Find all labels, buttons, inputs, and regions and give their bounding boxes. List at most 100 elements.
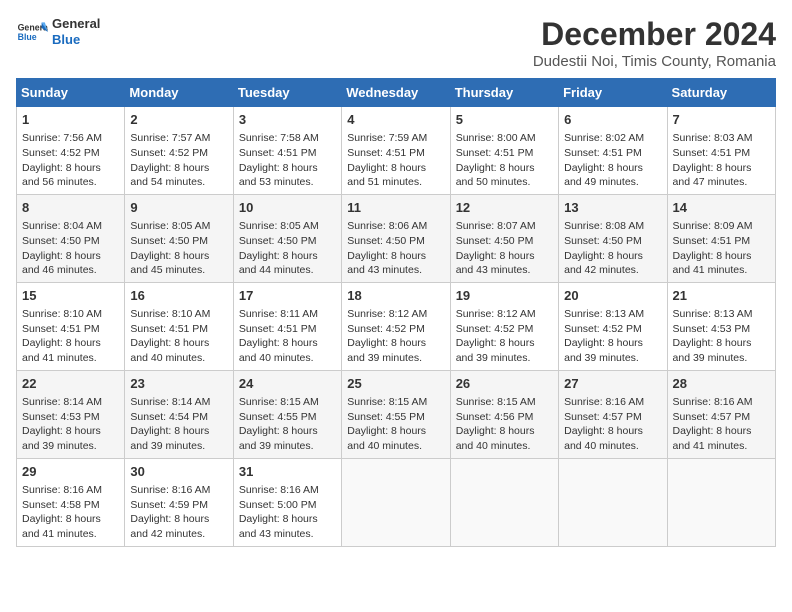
calendar-cell: 24 Sunrise: 8:15 AMSunset: 4:55 PMDayligh…	[233, 370, 341, 458]
calendar-cell: 26 Sunrise: 8:15 AMSunset: 4:56 PMDayligh…	[450, 370, 558, 458]
day-info: Sunrise: 8:07 AMSunset: 4:50 PMDaylight:…	[456, 219, 553, 278]
day-info: Sunrise: 8:16 AMSunset: 4:57 PMDaylight:…	[564, 395, 661, 454]
calendar-cell: 22Sunrise: 8:14 AMSunset: 4:53 PMDayligh…	[17, 370, 125, 458]
calendar-cell: 16Sunrise: 8:10 AMSunset: 4:51 PMDayligh…	[125, 282, 233, 370]
svg-text:Blue: Blue	[18, 32, 37, 42]
col-header-monday: Monday	[125, 79, 233, 107]
day-info: Sunrise: 8:00 AMSunset: 4:51 PMDaylight:…	[456, 131, 553, 190]
logo-blue-text: Blue	[52, 32, 100, 48]
calendar-cell: 19 Sunrise: 8:12 AMSunset: 4:52 PMDayligh…	[450, 282, 558, 370]
day-info: Sunrise: 7:57 AMSunset: 4:52 PMDaylight:…	[130, 131, 227, 190]
calendar-cell: 20 Sunrise: 8:13 AMSunset: 4:52 PMDayligh…	[559, 282, 667, 370]
calendar-cell	[667, 458, 775, 546]
day-number: 29	[22, 463, 119, 481]
day-info: Sunrise: 8:05 AMSunset: 4:50 PMDaylight:…	[130, 219, 227, 278]
day-info: Sunrise: 8:09 AMSunset: 4:51 PMDaylight:…	[673, 219, 770, 278]
day-number: 13	[564, 199, 661, 217]
day-info: Sunrise: 7:56 AMSunset: 4:52 PMDaylight:…	[22, 131, 119, 190]
col-header-sunday: Sunday	[17, 79, 125, 107]
day-number: 6	[564, 111, 661, 129]
calendar-cell: 28 Sunrise: 8:16 AMSunset: 4:57 PMDayligh…	[667, 370, 775, 458]
calendar-cell: 21Sunrise: 8:13 AMSunset: 4:53 PMDayligh…	[667, 282, 775, 370]
day-info: Sunrise: 8:12 AMSunset: 4:52 PMDaylight:…	[347, 307, 444, 366]
calendar-week-row: 8 Sunrise: 8:04 AMSunset: 4:50 PMDaylight…	[17, 194, 776, 282]
calendar-cell: 27 Sunrise: 8:16 AMSunset: 4:57 PMDayligh…	[559, 370, 667, 458]
logo-icon: General Blue	[16, 16, 48, 48]
day-info: Sunrise: 8:06 AMSunset: 4:50 PMDaylight:…	[347, 219, 444, 278]
day-number: 28	[673, 375, 770, 393]
day-number: 23	[130, 375, 227, 393]
day-info: Sunrise: 8:16 AMSunset: 4:57 PMDaylight:…	[673, 395, 770, 454]
calendar-week-row: 15 Sunrise: 8:10 AMSunset: 4:51 PMDayligh…	[17, 282, 776, 370]
calendar-cell: 6Sunrise: 8:02 AMSunset: 4:51 PMDaylight…	[559, 107, 667, 195]
day-number: 11	[347, 199, 444, 217]
day-number: 9	[130, 199, 227, 217]
day-number: 8	[22, 199, 119, 217]
day-number: 2	[130, 111, 227, 129]
calendar-cell: 12 Sunrise: 8:07 AMSunset: 4:50 PMDayligh…	[450, 194, 558, 282]
day-info: Sunrise: 8:05 AMSunset: 4:50 PMDaylight:…	[239, 219, 336, 278]
calendar-cell: 25 Sunrise: 8:15 AMSunset: 4:55 PMDayligh…	[342, 370, 450, 458]
day-number: 20	[564, 287, 661, 305]
logo-general-text: General	[52, 16, 100, 32]
day-info: Sunrise: 8:11 AMSunset: 4:51 PMDaylight:…	[239, 307, 336, 366]
calendar-cell	[450, 458, 558, 546]
col-header-friday: Friday	[559, 79, 667, 107]
col-header-tuesday: Tuesday	[233, 79, 341, 107]
calendar-cell: 8 Sunrise: 8:04 AMSunset: 4:50 PMDaylight…	[17, 194, 125, 282]
day-info: Sunrise: 7:58 AMSunset: 4:51 PMDaylight:…	[239, 131, 336, 190]
calendar-cell: 9 Sunrise: 8:05 AMSunset: 4:50 PMDaylight…	[125, 194, 233, 282]
calendar-cell: 23Sunrise: 8:14 AMSunset: 4:54 PMDayligh…	[125, 370, 233, 458]
day-info: Sunrise: 8:04 AMSunset: 4:50 PMDaylight:…	[22, 219, 119, 278]
day-number: 12	[456, 199, 553, 217]
calendar-cell: 15Sunrise: 8:10 AMSunset: 4:51 PMDayligh…	[17, 282, 125, 370]
day-number: 15	[22, 287, 119, 305]
calendar-week-row: 1Sunrise: 7:56 AMSunset: 4:52 PMDaylight…	[17, 107, 776, 195]
col-header-saturday: Saturday	[667, 79, 775, 107]
day-number: 3	[239, 111, 336, 129]
calendar-table: SundayMondayTuesdayWednesdayThursdayFrid…	[16, 78, 776, 547]
calendar-cell: 3 Sunrise: 7:58 AMSunset: 4:51 PMDaylight…	[233, 107, 341, 195]
calendar-cell: 10 Sunrise: 8:05 AMSunset: 4:50 PMDayligh…	[233, 194, 341, 282]
day-number: 18	[347, 287, 444, 305]
day-number: 21	[673, 287, 770, 305]
day-number: 25	[347, 375, 444, 393]
day-number: 24	[239, 375, 336, 393]
day-info: Sunrise: 8:13 AMSunset: 4:52 PMDaylight:…	[564, 307, 661, 366]
day-number: 10	[239, 199, 336, 217]
calendar-cell: 7Sunrise: 8:03 AMSunset: 4:51 PMDaylight…	[667, 107, 775, 195]
calendar-week-row: 22Sunrise: 8:14 AMSunset: 4:53 PMDayligh…	[17, 370, 776, 458]
calendar-cell: 17Sunrise: 8:11 AMSunset: 4:51 PMDayligh…	[233, 282, 341, 370]
calendar-week-row: 29 Sunrise: 8:16 AMSunset: 4:58 PMDayligh…	[17, 458, 776, 546]
day-info: Sunrise: 8:15 AMSunset: 4:55 PMDaylight:…	[239, 395, 336, 454]
calendar-cell: 4 Sunrise: 7:59 AMSunset: 4:51 PMDaylight…	[342, 107, 450, 195]
day-number: 26	[456, 375, 553, 393]
day-info: Sunrise: 7:59 AMSunset: 4:51 PMDaylight:…	[347, 131, 444, 190]
day-info: Sunrise: 8:14 AMSunset: 4:53 PMDaylight:…	[22, 395, 119, 454]
calendar-cell	[342, 458, 450, 546]
day-info: Sunrise: 8:16 AMSunset: 4:59 PMDaylight:…	[130, 483, 227, 542]
logo: General Blue General Blue	[16, 16, 100, 48]
calendar-cell: 13Sunrise: 8:08 AMSunset: 4:50 PMDayligh…	[559, 194, 667, 282]
day-info: Sunrise: 8:15 AMSunset: 4:56 PMDaylight:…	[456, 395, 553, 454]
day-info: Sunrise: 8:16 AMSunset: 4:58 PMDaylight:…	[22, 483, 119, 542]
day-info: Sunrise: 8:15 AMSunset: 4:55 PMDaylight:…	[347, 395, 444, 454]
subtitle: Dudestii Noi, Timis County, Romania	[533, 53, 776, 70]
day-number: 4	[347, 111, 444, 129]
calendar-cell: 18 Sunrise: 8:12 AMSunset: 4:52 PMDayligh…	[342, 282, 450, 370]
calendar-header: SundayMondayTuesdayWednesdayThursdayFrid…	[17, 79, 776, 107]
calendar-cell: 14Sunrise: 8:09 AMSunset: 4:51 PMDayligh…	[667, 194, 775, 282]
main-title: December 2024	[533, 16, 776, 53]
day-info: Sunrise: 8:10 AMSunset: 4:51 PMDaylight:…	[130, 307, 227, 366]
calendar-cell: 1Sunrise: 7:56 AMSunset: 4:52 PMDaylight…	[17, 107, 125, 195]
calendar-cell: 30 Sunrise: 8:16 AMSunset: 4:59 PMDayligh…	[125, 458, 233, 546]
calendar-cell: 2 Sunrise: 7:57 AMSunset: 4:52 PMDaylight…	[125, 107, 233, 195]
day-info: Sunrise: 8:12 AMSunset: 4:52 PMDaylight:…	[456, 307, 553, 366]
day-number: 27	[564, 375, 661, 393]
day-number: 31	[239, 463, 336, 481]
day-number: 19	[456, 287, 553, 305]
calendar-cell: 11 Sunrise: 8:06 AMSunset: 4:50 PMDayligh…	[342, 194, 450, 282]
day-number: 30	[130, 463, 227, 481]
calendar-cell	[559, 458, 667, 546]
calendar-cell: 31Sunrise: 8:16 AMSunset: 5:00 PMDayligh…	[233, 458, 341, 546]
